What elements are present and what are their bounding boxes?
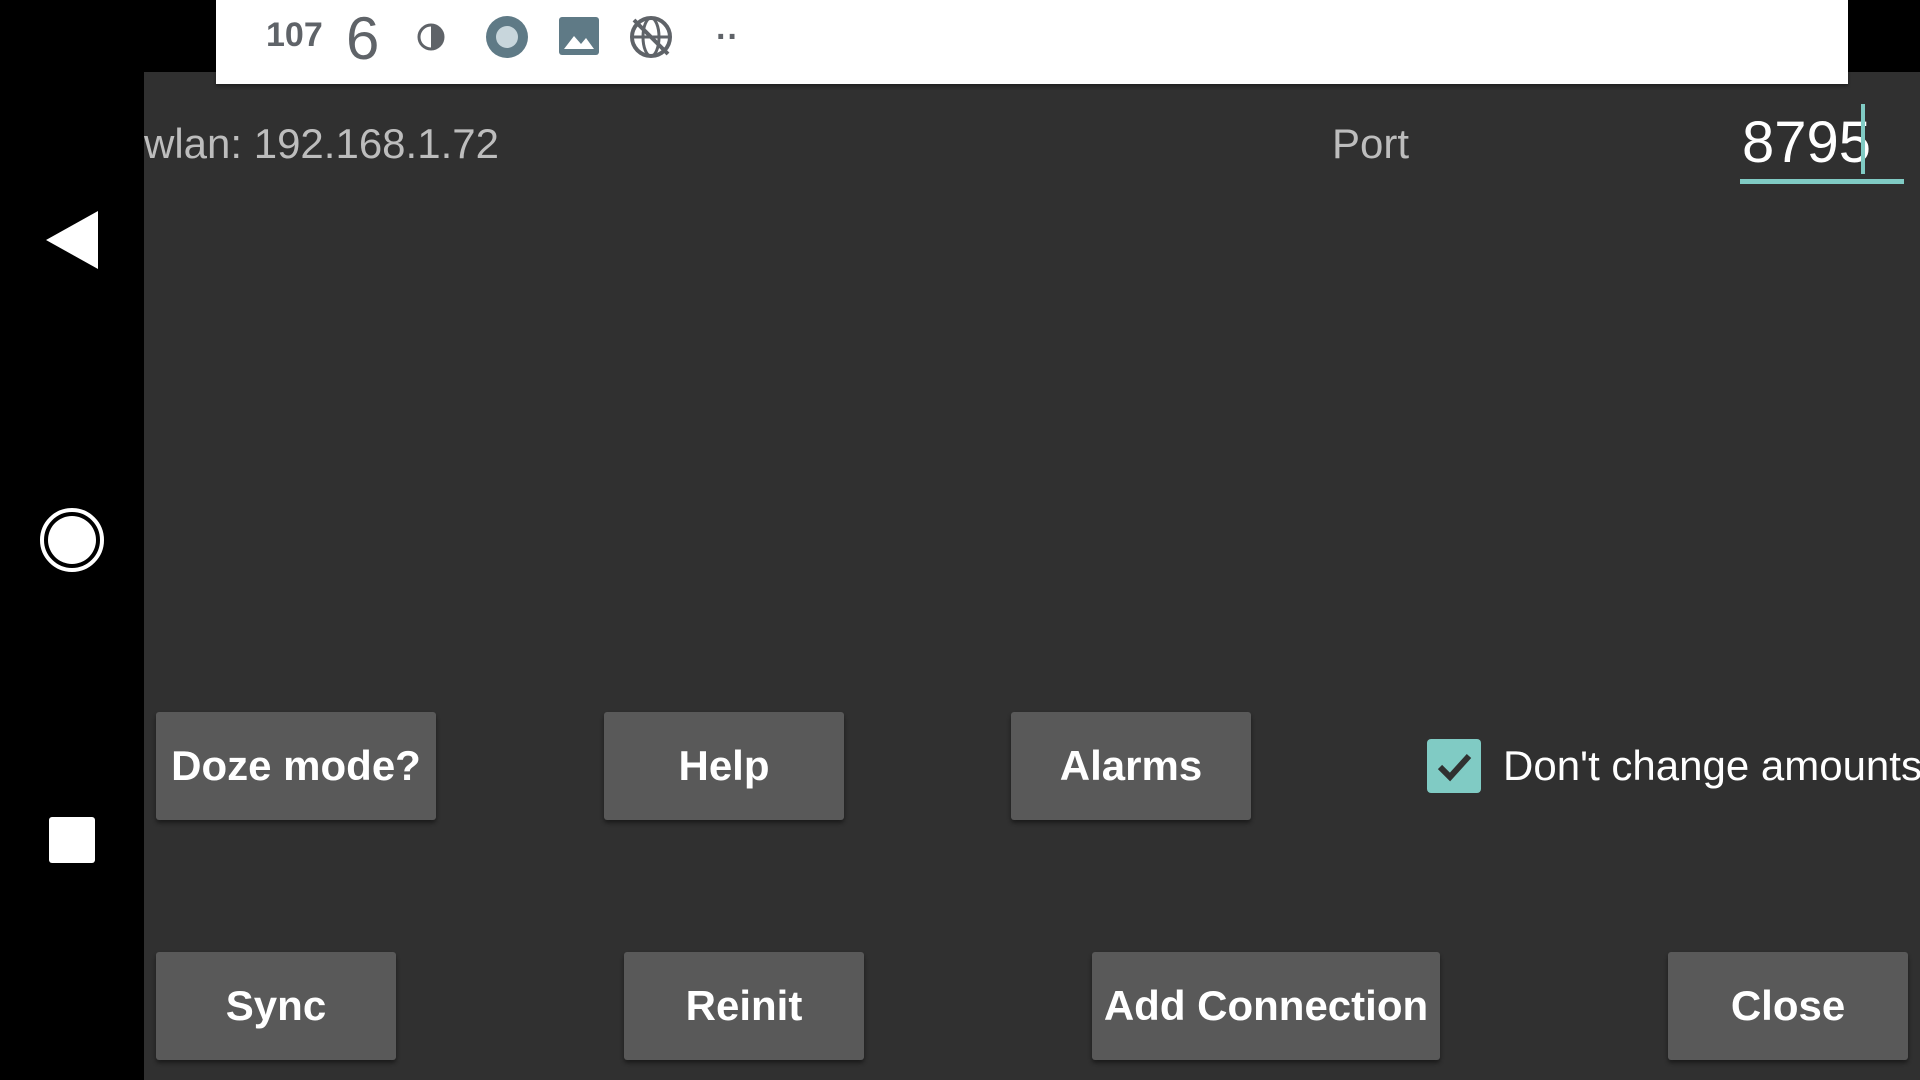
- doze-mode-button[interactable]: Doze mode?: [156, 712, 436, 820]
- status-count-small: 107: [266, 16, 323, 54]
- alarms-button[interactable]: Alarms: [1011, 712, 1251, 820]
- dont-change-amounts-label[interactable]: Don't change amounts: [1503, 742, 1920, 790]
- network-off-icon: [630, 16, 672, 58]
- help-button[interactable]: Help: [604, 712, 844, 820]
- more-dots-icon: ··: [716, 18, 739, 56]
- record-circle-icon: [486, 16, 528, 58]
- text-cursor: [1861, 104, 1865, 174]
- home-icon[interactable]: [39, 507, 105, 573]
- recents-icon[interactable]: [49, 817, 95, 863]
- checkmark-icon: [1437, 753, 1472, 782]
- port-label: Port: [1332, 120, 1410, 167]
- back-icon[interactable]: [46, 211, 98, 269]
- dont-change-amounts-checkbox[interactable]: [1427, 739, 1481, 793]
- navigation-bar: [0, 0, 144, 1080]
- wlan-address: wlan: 192.168.1.72: [144, 120, 499, 167]
- sync-button[interactable]: Sync: [156, 952, 396, 1060]
- reinit-button[interactable]: Reinit: [624, 952, 864, 1060]
- status-bar: 107 6 ··: [216, 0, 1848, 84]
- app-main: [144, 72, 1920, 1080]
- close-button[interactable]: Close: [1668, 952, 1908, 1060]
- add-connection-button[interactable]: Add Connection: [1092, 952, 1440, 1060]
- image-icon: [559, 17, 599, 55]
- contrast-icon: [417, 23, 445, 51]
- port-input[interactable]: [1740, 106, 1904, 184]
- status-count-big: 6: [346, 5, 380, 72]
